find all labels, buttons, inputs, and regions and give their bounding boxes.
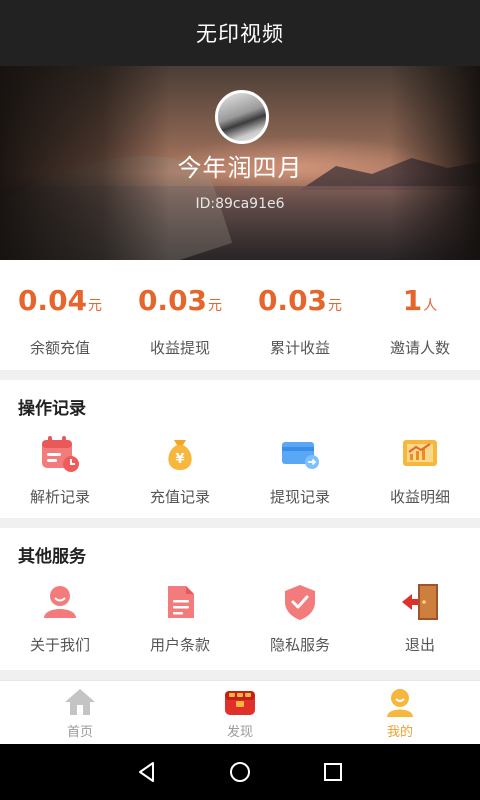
money-bag-icon: ¥: [158, 432, 202, 476]
shield-check-icon: [278, 580, 322, 624]
stat-value: 0.03元: [137, 284, 223, 317]
cell-label: 用户条款: [149, 636, 210, 654]
cell-label: 解析记录: [29, 488, 90, 506]
stat-value: 1人: [402, 284, 438, 317]
services-card: 其他服务 关于我们 用户条款 隐私服务 退出: [0, 528, 480, 670]
recharge-record-button[interactable]: ¥ 充值记录: [120, 432, 240, 507]
exit-door-icon: [398, 580, 442, 624]
cell-label: 提现记录: [269, 488, 330, 506]
bottom-navigation: 首页 发现 我的: [0, 680, 480, 744]
stat-value: 0.03元: [257, 284, 343, 317]
cell-label: 收益明细: [389, 488, 450, 506]
top-app-bar: 无印视频: [0, 0, 480, 66]
cell-label: 隐私服务: [269, 636, 330, 654]
nav-home[interactable]: 首页: [0, 681, 160, 744]
back-icon[interactable]: [127, 752, 167, 792]
about-us-button[interactable]: 关于我们: [0, 580, 120, 655]
privacy-service-button[interactable]: 隐私服务: [240, 580, 360, 655]
parse-record-button[interactable]: 解析记录: [0, 432, 120, 507]
stat-label: 余额充值: [29, 339, 90, 357]
cell-label: 充值记录: [149, 488, 210, 506]
home-icon: [63, 687, 97, 717]
card-withdraw-icon: [278, 432, 322, 476]
stat-balance-recharge[interactable]: 0.04元 余额充值: [0, 260, 120, 370]
stat-label: 邀请人数: [389, 339, 450, 357]
profile-id: ID:89ca91e6: [195, 196, 285, 212]
nav-discover[interactable]: 发现: [160, 681, 320, 744]
nav-label: 发现: [226, 725, 253, 740]
operations-card: 操作记录 解析记录 ¥ 充值记录 提现记录 收益明细: [0, 380, 480, 518]
cell-label: 关于我们: [29, 636, 90, 654]
withdraw-record-button[interactable]: 提现记录: [240, 432, 360, 507]
stat-total-earnings[interactable]: 0.03元 累计收益: [240, 260, 360, 370]
stat-label: 收益提现: [149, 339, 210, 357]
home-circle-icon[interactable]: [220, 752, 260, 792]
person-icon: [38, 580, 82, 624]
stat-earnings-withdraw[interactable]: 0.03元 收益提现: [120, 260, 240, 370]
user-icon: [383, 687, 417, 717]
system-navigation-bar: [0, 744, 480, 800]
income-chart-icon: [398, 432, 442, 476]
avatar[interactable]: [215, 90, 269, 144]
user-terms-button[interactable]: 用户条款: [120, 580, 240, 655]
stat-value: 0.04元: [17, 284, 103, 317]
stat-invite-count[interactable]: 1人 邀请人数: [360, 260, 480, 370]
app-title: 无印视频: [196, 22, 284, 46]
nav-label: 首页: [66, 725, 93, 740]
svg-text:¥: ¥: [175, 452, 184, 467]
profile-nickname: 今年润四月: [177, 154, 303, 182]
section-title: 其他服务: [18, 547, 86, 567]
section-title: 操作记录: [18, 399, 86, 419]
stats-panel: 0.04元 余额充值 0.03元 收益提现 0.03元 累计收益 1人 邀请人数: [0, 260, 480, 370]
nav-label: 我的: [386, 725, 413, 740]
document-icon: [158, 580, 202, 624]
recents-icon[interactable]: [313, 752, 353, 792]
logout-button[interactable]: 退出: [360, 580, 480, 655]
treasure-chest-icon: [223, 687, 257, 717]
cell-label: 退出: [404, 636, 435, 654]
income-detail-button[interactable]: 收益明细: [360, 432, 480, 507]
nav-mine[interactable]: 我的: [320, 681, 480, 744]
stat-label: 累计收益: [269, 339, 330, 357]
calendar-record-icon: [38, 432, 82, 476]
